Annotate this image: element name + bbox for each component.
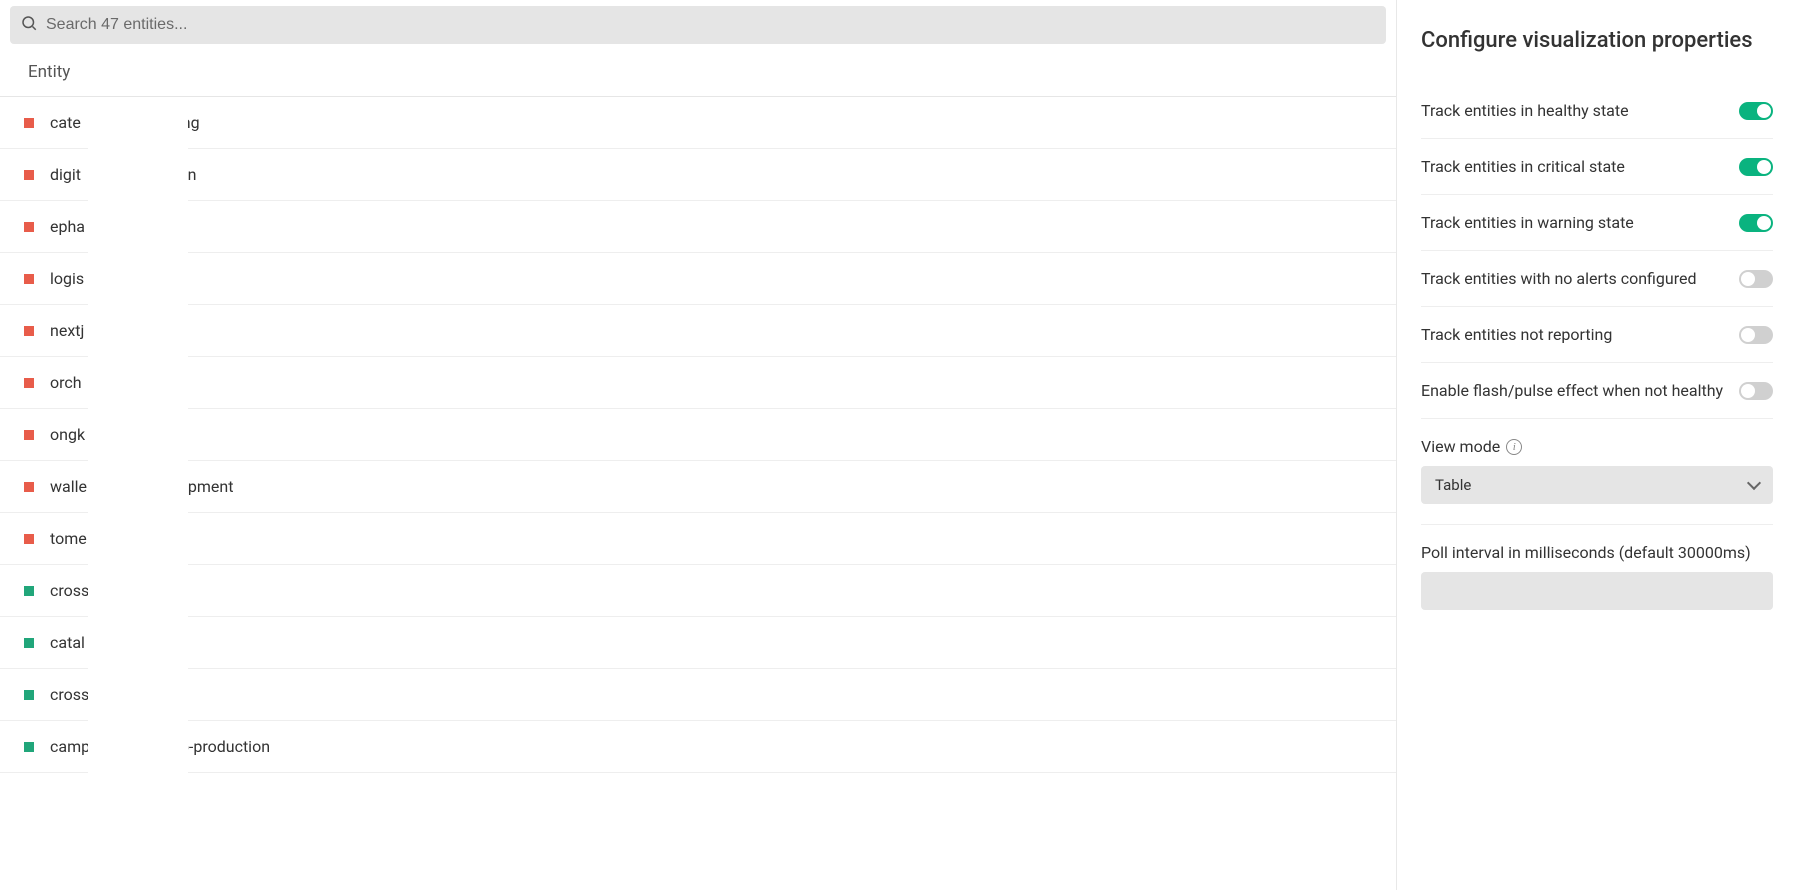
toggle-label: Track entities with no alerts configured (1421, 269, 1697, 288)
status-indicator (24, 482, 34, 492)
entity-name: catal (50, 633, 164, 652)
status-indicator (24, 742, 34, 752)
entity-name: digit -cron (50, 165, 196, 184)
status-indicator (24, 586, 34, 596)
toggle-label: Enable flash/pulse effect when not healt… (1421, 381, 1723, 400)
toggle-row: Track entities not reporting (1421, 307, 1773, 363)
entity-name: cross (50, 581, 169, 600)
poll-interval-label: Poll interval in milliseconds (default 3… (1421, 543, 1773, 562)
status-indicator (24, 326, 34, 336)
view-mode-label-text: View mode (1421, 437, 1500, 456)
scroll-filler (0, 773, 1396, 890)
search-container (0, 0, 1396, 44)
view-mode-value: Table (1435, 476, 1471, 494)
toggle-switch[interactable] (1739, 158, 1773, 176)
status-indicator (24, 534, 34, 544)
status-indicator (24, 690, 34, 700)
toggle-row: Track entities in warning state (1421, 195, 1773, 251)
toggle-switch[interactable] (1739, 326, 1773, 344)
status-indicator (24, 222, 34, 232)
entity-row[interactable]: tome (0, 513, 1396, 565)
search-icon (20, 14, 38, 36)
config-panel-title: Configure visualization properties (1421, 28, 1773, 53)
entity-scroll-area[interactable]: cate agingdigit -cronepha logis ngnextj … (0, 97, 1396, 890)
toggle-label: Track entities in warning state (1421, 213, 1634, 232)
toggle-switch[interactable] (1739, 102, 1773, 120)
status-indicator (24, 170, 34, 180)
toggle-row: Track entities in critical state (1421, 139, 1773, 195)
info-icon[interactable]: i (1506, 439, 1522, 455)
chevron-down-icon (1747, 476, 1761, 490)
entity-row[interactable]: logis ng (0, 253, 1396, 305)
status-indicator (24, 118, 34, 128)
poll-interval-group: Poll interval in milliseconds (default 3… (1421, 525, 1773, 630)
toggle-row: Enable flash/pulse effect when not healt… (1421, 363, 1773, 419)
entity-column-header: Entity (0, 44, 1396, 97)
view-mode-group: View mode i Table (1421, 419, 1773, 525)
entity-name: tome (50, 529, 166, 548)
entity-name: epha (50, 217, 164, 236)
search-input[interactable] (46, 16, 1376, 34)
status-indicator (24, 274, 34, 284)
entity-row[interactable]: walle elopment (0, 461, 1396, 513)
entity-row[interactable]: digit -cron (0, 149, 1396, 201)
entity-list-panel: Entity cate aging digit -cron epha logis n… (0, 0, 1397, 890)
config-panel: Configure visualization properties Track… (1397, 0, 1797, 890)
entity-row[interactable]: epha (0, 201, 1396, 253)
entity-row[interactable]: catal (0, 617, 1396, 669)
toggle-switch[interactable] (1739, 270, 1773, 288)
toggle-label: Track entities in healthy state (1421, 101, 1629, 120)
entity-name: camp ttp-production (50, 737, 270, 756)
toggle-row: Track entities with no alerts configured (1421, 251, 1773, 307)
status-indicator (24, 430, 34, 440)
entity-row[interactable]: cross (0, 669, 1396, 721)
toggle-switch[interactable] (1739, 382, 1773, 400)
toggle-label: Track entities in critical state (1421, 157, 1625, 176)
toggle-label: Track entities not reporting (1421, 325, 1612, 344)
entity-row[interactable]: nextj (0, 305, 1396, 357)
status-indicator (24, 378, 34, 388)
entity-name: nextj (50, 321, 164, 340)
entity-row[interactable]: cross (0, 565, 1396, 617)
entity-name: cross (50, 685, 169, 704)
entity-name: orch (50, 373, 161, 392)
search-bar[interactable] (10, 6, 1386, 44)
view-mode-label: View mode i (1421, 437, 1773, 456)
entity-name: walle elopment (50, 477, 233, 496)
entity-row[interactable]: camp ttp-production (0, 721, 1396, 773)
toggle-row: Track entities in healthy state (1421, 83, 1773, 139)
entity-row[interactable]: cate aging (0, 97, 1396, 149)
entity-row[interactable]: ongk (0, 409, 1396, 461)
status-indicator (24, 638, 34, 648)
entity-name: logis ng (50, 269, 181, 288)
poll-interval-input[interactable] (1421, 572, 1773, 610)
entity-name: ongk (50, 425, 164, 444)
entity-row[interactable]: orch (0, 357, 1396, 409)
view-mode-select[interactable]: Table (1421, 466, 1773, 504)
toggle-switch[interactable] (1739, 214, 1773, 232)
entity-name: cate aging (50, 113, 200, 132)
